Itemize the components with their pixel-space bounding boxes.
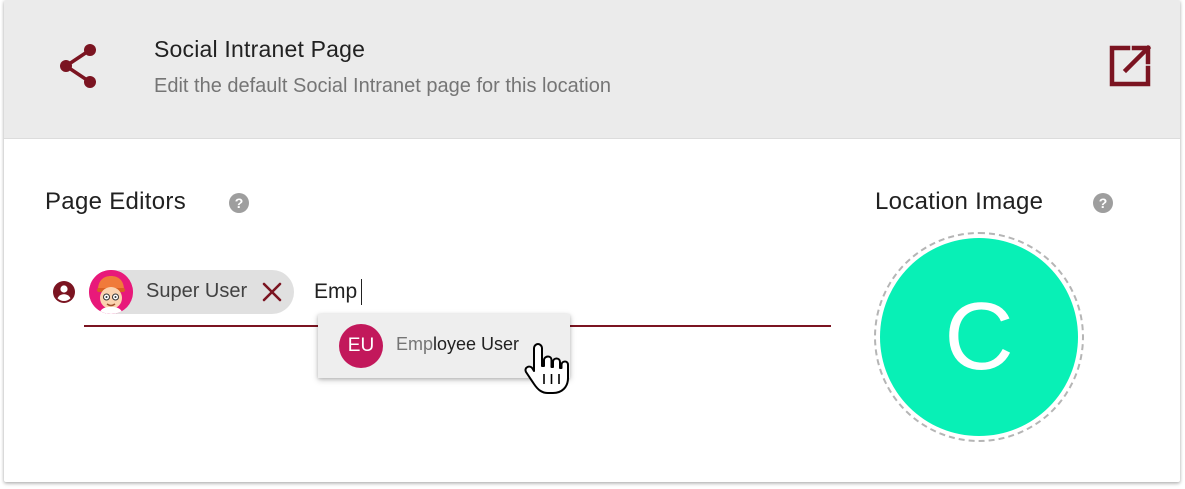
page-subtitle: Edit the default Social Intranet page fo… (154, 75, 611, 97)
page-editors-heading: Page Editors (45, 188, 187, 215)
editor-chip-super-user[interactable]: Super User (89, 270, 294, 314)
cartoon-avatar-icon (89, 270, 133, 314)
account-circle-icon (53, 281, 75, 303)
hand-pointer-cursor-icon (524, 343, 569, 394)
text-caret (361, 279, 362, 305)
location-image-dropzone[interactable]: C (874, 232, 1084, 442)
location-image-placeholder: C (880, 238, 1078, 436)
chip-label: Super User (146, 280, 248, 302)
editor-search-input[interactable] (314, 277, 614, 307)
card-header: Social Intranet Page Edit the default So… (4, 0, 1180, 139)
avatar: EU (339, 324, 383, 368)
location-image-heading: Location Image (875, 188, 1044, 215)
page-title: Social Intranet Page (154, 36, 366, 62)
close-icon[interactable] (261, 281, 283, 303)
suggestion-label-match: Emp (396, 334, 434, 354)
avatar (89, 270, 133, 314)
share-icon (60, 44, 96, 88)
suggestion-label: Employee User (396, 334, 519, 355)
page-editors-help-icon[interactable]: ? (229, 193, 249, 213)
open-in-new-icon[interactable] (1104, 40, 1156, 92)
suggestion-label-rest: loyee User (433, 334, 520, 354)
social-intranet-card: Social Intranet Page Edit the default So… (4, 0, 1180, 482)
location-image-help-icon[interactable]: ? (1093, 193, 1113, 213)
